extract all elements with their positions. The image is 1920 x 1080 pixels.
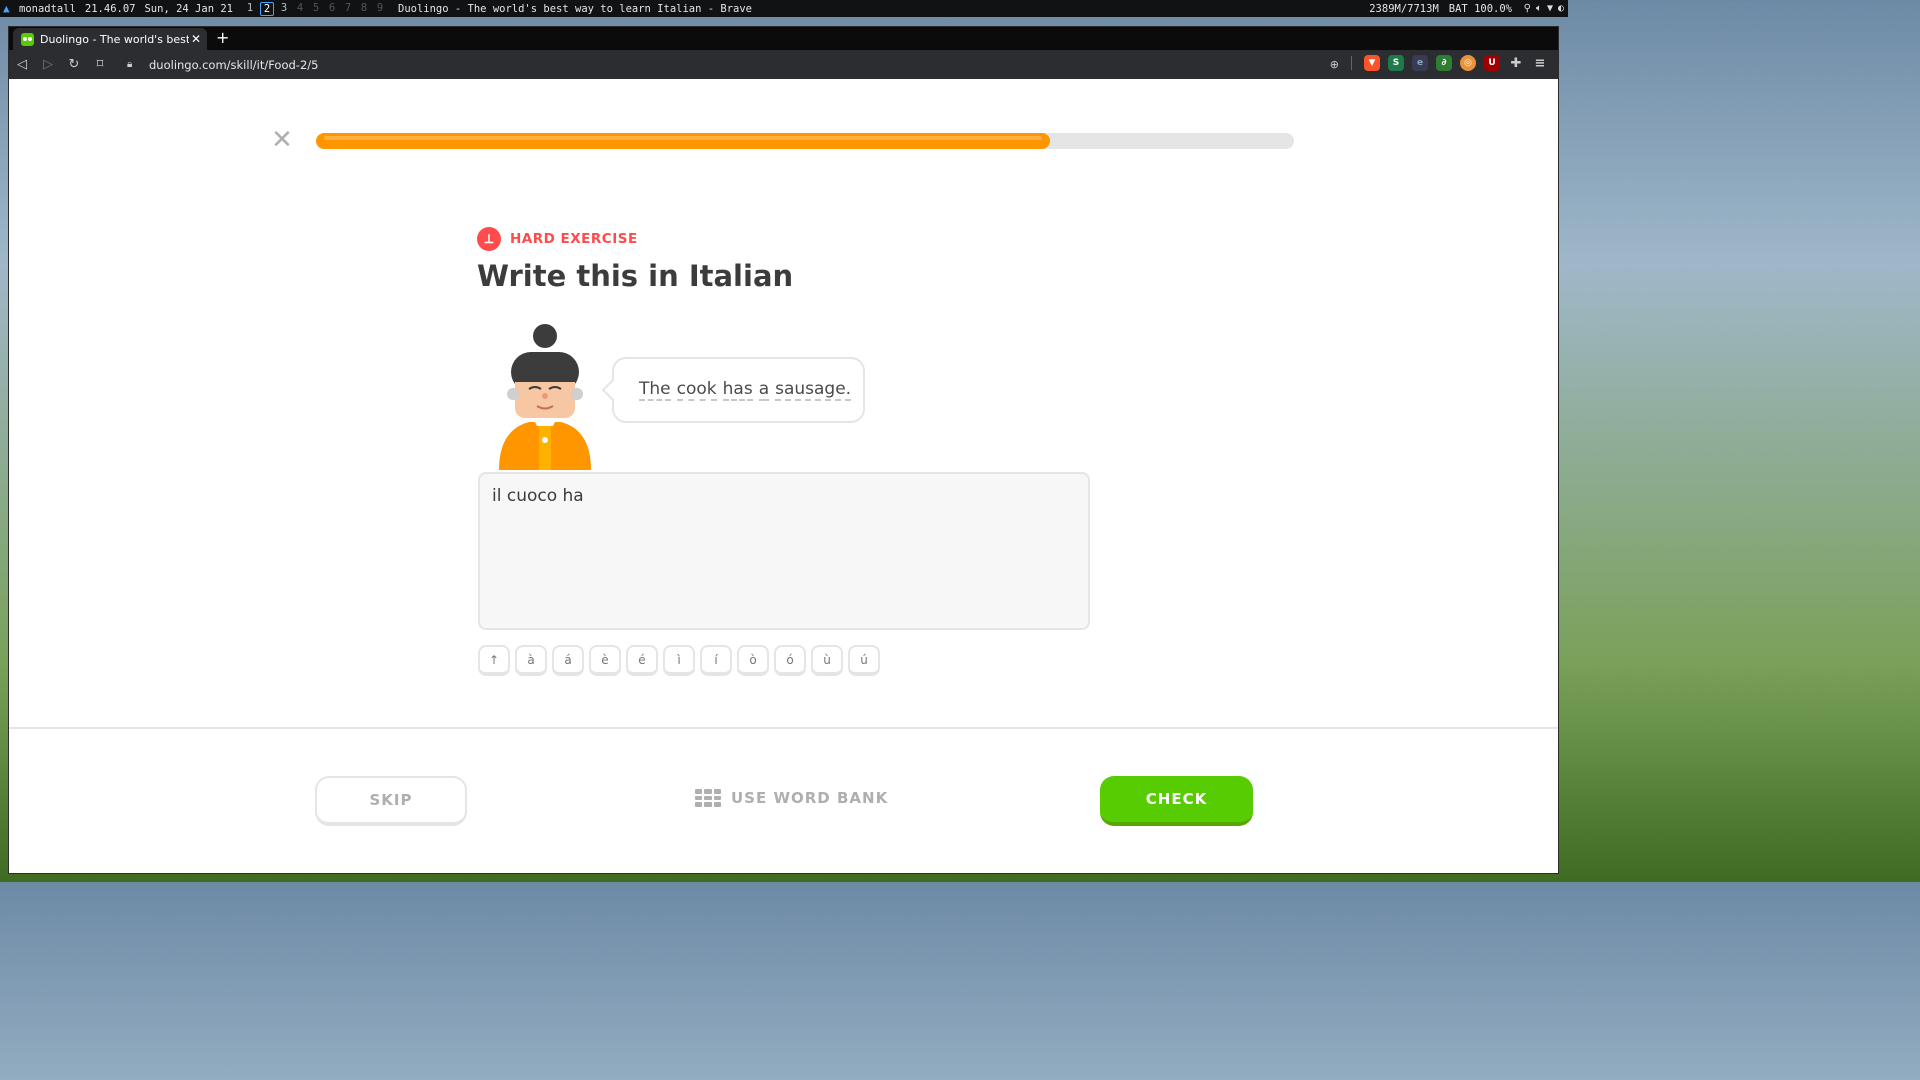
forward-icon[interactable]: ▷ (35, 57, 61, 72)
ublock-icon[interactable]: U (1484, 55, 1500, 71)
clock-date: Sun, 24 Jan 21 (144, 2, 233, 15)
extension-icon[interactable]: ◎ (1460, 55, 1476, 71)
bookmark-icon[interactable]: ⌑ (87, 57, 113, 72)
hostname: monadtall (19, 2, 76, 15)
clock-time: 21.46.07 (84, 2, 136, 15)
browser-window: Duolingo - The world's best way to learn… (9, 27, 1558, 873)
workspace-6[interactable]: 6 (324, 2, 340, 16)
word-bank-icon (695, 789, 721, 807)
accent-key[interactable]: à (515, 645, 547, 676)
prompt-word[interactable]: cook (676, 379, 717, 401)
answer-textarea[interactable] (478, 472, 1090, 630)
workspace-7[interactable]: 7 (340, 2, 356, 16)
workspace-2[interactable]: 2 (260, 1, 274, 16)
accent-keyboard: ↑ à á è é ì í ò ó ù ú (478, 645, 880, 676)
extensions-area: ▼ S e ∂ ◎ U ✚ ≡ (1347, 55, 1548, 71)
duolingo-favicon-icon (21, 32, 34, 46)
lesson-progress-fill (316, 133, 1050, 149)
network-icon[interactable]: ◐ (1558, 3, 1564, 14)
prompt-word[interactable]: The (639, 379, 671, 401)
extension-icon[interactable]: ∂ (1436, 55, 1452, 71)
prompt-sentence: The cook has a sausage. (639, 379, 852, 401)
workspace-3[interactable]: 3 (276, 2, 292, 16)
system-tray: ⚲ 🔈︎ ▼ ◐ (1524, 3, 1564, 14)
url-text[interactable]: duolingo.com/skill/it/Food-2/5 (149, 58, 318, 72)
toolbar-divider (1351, 56, 1352, 70)
prompt-word[interactable]: sausage. (775, 379, 852, 401)
word-bank-label: USE WORD BANK (731, 789, 889, 807)
prompt-speech-bubble: The cook has a sausage. (612, 357, 865, 423)
address-bar[interactable]: 🔒︎ duolingo.com/skill/it/Food-2/5 ⊕ (127, 54, 1343, 75)
system-status-bar: ▲ monadtall 21.46.07 Sun, 24 Jan 21 1 2 … (0, 0, 1568, 17)
accent-key[interactable]: í (700, 645, 732, 676)
use-word-bank-button[interactable]: USE WORD BANK (695, 789, 888, 807)
workspace-8[interactable]: 8 (356, 2, 372, 16)
memory-usage: 2389M/7713M (1369, 2, 1439, 15)
lesson-progress-bar (316, 133, 1294, 149)
check-button[interactable]: CHECK (1100, 776, 1253, 826)
prompt-word[interactable]: a (758, 379, 770, 401)
accent-key[interactable]: á (552, 645, 584, 676)
accent-key[interactable]: ù (811, 645, 843, 676)
volume-icon[interactable]: 🔈︎ (1536, 3, 1542, 14)
workspace-switcher: 1 2 3 4 5 6 7 8 9 (242, 1, 388, 16)
browser-toolbar: ◁ ▷ ↻ ⌑ 🔒︎ duolingo.com/skill/it/Food-2/… (9, 50, 1558, 79)
exercise-heading: Write this in Italian (477, 259, 794, 293)
footer-divider (9, 727, 1558, 729)
distro-logo-icon: ▲ (3, 1, 10, 15)
workspace-4[interactable]: 4 (292, 2, 308, 16)
menu-icon[interactable]: ≡ (1532, 55, 1548, 71)
lock-icon[interactable]: 🔒︎ (127, 59, 143, 70)
accent-key[interactable]: è (589, 645, 621, 676)
extension-icon[interactable]: S (1388, 55, 1404, 71)
hard-exercise-badge: ⟂ HARD EXERCISE (477, 227, 638, 251)
chef-character-illustration (499, 324, 591, 470)
shift-key[interactable]: ↑ (478, 645, 510, 676)
tab-strip: Duolingo - The world's best way to learn… (9, 27, 1558, 50)
active-window-title: Duolingo - The world's best way to learn… (398, 2, 753, 15)
extension-icon[interactable]: e (1412, 55, 1428, 71)
accent-key[interactable]: é (626, 645, 658, 676)
workspace-5[interactable]: 5 (308, 2, 324, 16)
accent-key[interactable]: ó (774, 645, 806, 676)
accent-key[interactable]: ò (737, 645, 769, 676)
skip-button[interactable]: SKIP (315, 776, 467, 826)
badge-label: HARD EXERCISE (510, 231, 638, 247)
accent-key[interactable]: ì (663, 645, 695, 676)
lesson-page: ✕ ⟂ HARD EXERCISE Write this in Italian (9, 79, 1558, 873)
brave-shields-icon[interactable]: ▼ (1364, 55, 1380, 71)
close-tab-icon[interactable]: ✕ (189, 32, 203, 46)
battery-status: BAT 100.0% (1448, 2, 1512, 15)
extensions-puzzle-icon[interactable]: ✚ (1508, 55, 1524, 71)
back-icon[interactable]: ◁ (9, 57, 35, 72)
reload-icon[interactable]: ↻ (61, 57, 87, 72)
dumbbell-icon: ⟂ (477, 227, 501, 251)
tab-title: Duolingo - The world's best way to learn… (40, 32, 189, 46)
new-tab-button[interactable]: + (216, 29, 229, 47)
zoom-icon[interactable]: ⊕ (1330, 58, 1339, 71)
workspace-9[interactable]: 9 (372, 2, 388, 16)
accent-key[interactable]: ú (848, 645, 880, 676)
location-icon[interactable]: ⚲ (1524, 3, 1531, 14)
quit-lesson-close-icon[interactable]: ✕ (271, 127, 293, 153)
tab-duolingo[interactable]: Duolingo - The world's best way to learn… (13, 28, 207, 50)
prompt-word[interactable]: has (722, 379, 753, 401)
wifi-icon[interactable]: ▼ (1547, 3, 1553, 14)
workspace-1[interactable]: 1 (242, 2, 258, 16)
